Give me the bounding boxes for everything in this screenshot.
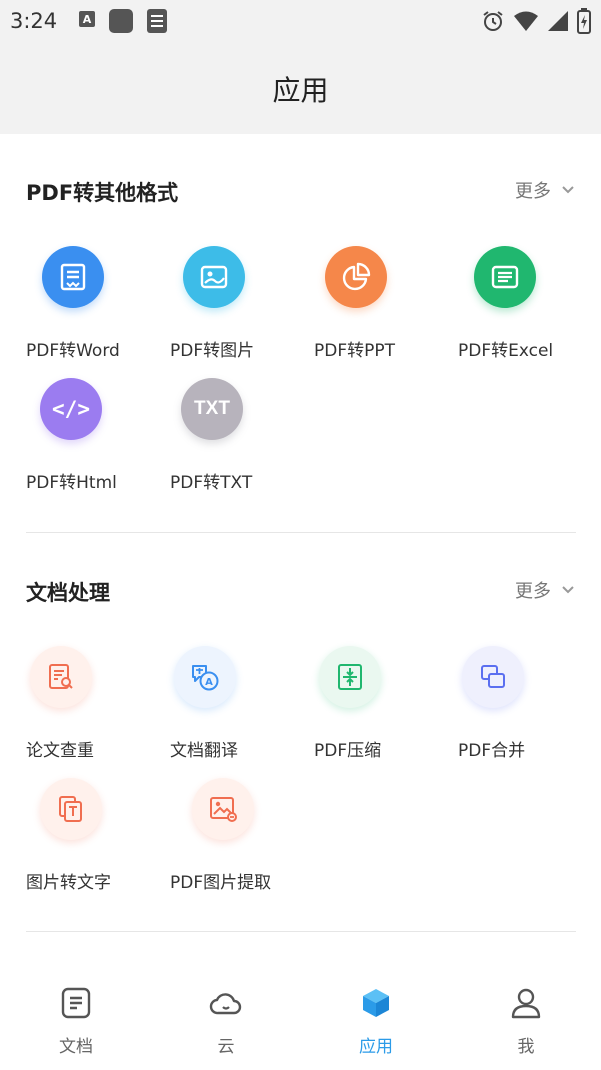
- nav-item-apps[interactable]: 应用: [301, 966, 451, 1070]
- more-button[interactable]: 更多: [515, 577, 575, 603]
- tool-label: 图片转文字: [26, 873, 111, 893]
- divider: [26, 931, 576, 932]
- app-bar: 应用: [0, 42, 601, 134]
- divider: [26, 532, 576, 533]
- tool-label: PDF转TXT: [170, 473, 253, 493]
- pie-chart-icon: [325, 246, 387, 308]
- nav-label: 应用: [359, 1037, 393, 1057]
- status-bar: 3:24 A: [0, 0, 601, 42]
- nav-label: 云: [217, 1037, 235, 1057]
- nav-item-cloud[interactable]: 云: [151, 966, 301, 1070]
- tool-label: PDF图片提取: [170, 873, 272, 893]
- tool-label: 文档翻译: [170, 741, 238, 761]
- app-square-icon: [109, 9, 133, 33]
- wifi-icon: [514, 11, 538, 31]
- section-title: 文档处理: [26, 581, 110, 605]
- section-title: PDF转其他格式: [26, 181, 179, 205]
- code-icon: </>: [40, 378, 102, 440]
- merge-icon: [462, 646, 524, 708]
- tool-pdf-to-html[interactable]: </> PDF转Html: [26, 376, 166, 496]
- svg-text:A: A: [205, 677, 213, 688]
- more-button[interactable]: 更多: [515, 177, 575, 203]
- image-icon: [183, 246, 245, 308]
- translate-icon: A: [174, 646, 236, 708]
- chevron-down-icon: [562, 586, 574, 594]
- nav-item-documents[interactable]: 文档: [1, 966, 151, 1070]
- sheet-icon: [474, 246, 536, 308]
- compress-icon: [319, 646, 381, 708]
- tool-label: PDF转Word: [26, 341, 120, 361]
- document-icon: [61, 987, 91, 1019]
- nav-label: 我: [517, 1037, 535, 1057]
- person-icon: [511, 988, 541, 1019]
- txt-glyph: TXT: [194, 398, 230, 419]
- tool-image-to-text[interactable]: 图片转文字: [26, 776, 166, 896]
- cube-icon: [363, 989, 389, 1017]
- signal-icon: [548, 11, 568, 31]
- image-extract-icon: [192, 778, 254, 840]
- status-time: 3:24: [10, 9, 58, 33]
- tool-label: PDF转图片: [170, 341, 255, 361]
- tool-document-translate[interactable]: A 文档翻译: [170, 646, 310, 766]
- paper-check-icon: [30, 646, 92, 708]
- nav-label: 文档: [59, 1037, 93, 1057]
- tool-pdf-to-excel[interactable]: PDF转Excel: [458, 244, 598, 364]
- word-icon: [42, 246, 104, 308]
- section-pdf-convert: PDF转其他格式 更多 PDF转Word PDF转图片 PDF转PPT PDF转…: [0, 134, 601, 534]
- tool-paper-check[interactable]: 论文查重: [26, 646, 166, 766]
- tool-label: PDF转Excel: [458, 341, 554, 361]
- nav-item-me[interactable]: 我: [451, 966, 601, 1070]
- battery-charging-icon: [577, 8, 591, 34]
- code-glyph: </>: [52, 397, 90, 421]
- image-to-text-icon: [40, 778, 102, 840]
- more-label: 更多: [515, 181, 551, 202]
- tool-pdf-image-extract[interactable]: PDF图片提取: [170, 776, 310, 896]
- tool-label: 论文查重: [26, 741, 94, 761]
- tool-pdf-to-image[interactable]: PDF转图片: [170, 244, 310, 364]
- tool-label: PDF转PPT: [314, 341, 396, 361]
- tool-label: PDF合并: [458, 741, 526, 761]
- alarm-icon: [483, 11, 503, 31]
- chevron-down-icon: [562, 186, 574, 194]
- bottom-nav: 文档 云 应用 我: [0, 966, 601, 1070]
- tool-pdf-to-txt[interactable]: TXT PDF转TXT: [170, 376, 310, 496]
- tool-pdf-to-word[interactable]: PDF转Word: [26, 244, 166, 364]
- font-app-icon: A: [79, 11, 95, 27]
- page-title: 应用: [272, 74, 329, 107]
- txt-icon: TXT: [181, 378, 243, 440]
- section-document-processing: 文档处理 更多 论文查重 A 文档翻译 PDF压缩 PDF合并 图片转文字 PD…: [0, 534, 601, 934]
- tool-pdf-merge[interactable]: PDF合并: [458, 646, 598, 766]
- tool-pdf-compress[interactable]: PDF压缩: [314, 646, 454, 766]
- svg-text:A: A: [83, 13, 92, 26]
- tool-label: PDF压缩: [314, 741, 382, 761]
- tool-label: PDF转Html: [26, 473, 117, 493]
- tool-pdf-to-ppt[interactable]: PDF转PPT: [314, 244, 454, 364]
- more-label: 更多: [515, 581, 551, 602]
- document-notification-icon: [147, 9, 167, 33]
- cloud-icon: [209, 993, 242, 1015]
